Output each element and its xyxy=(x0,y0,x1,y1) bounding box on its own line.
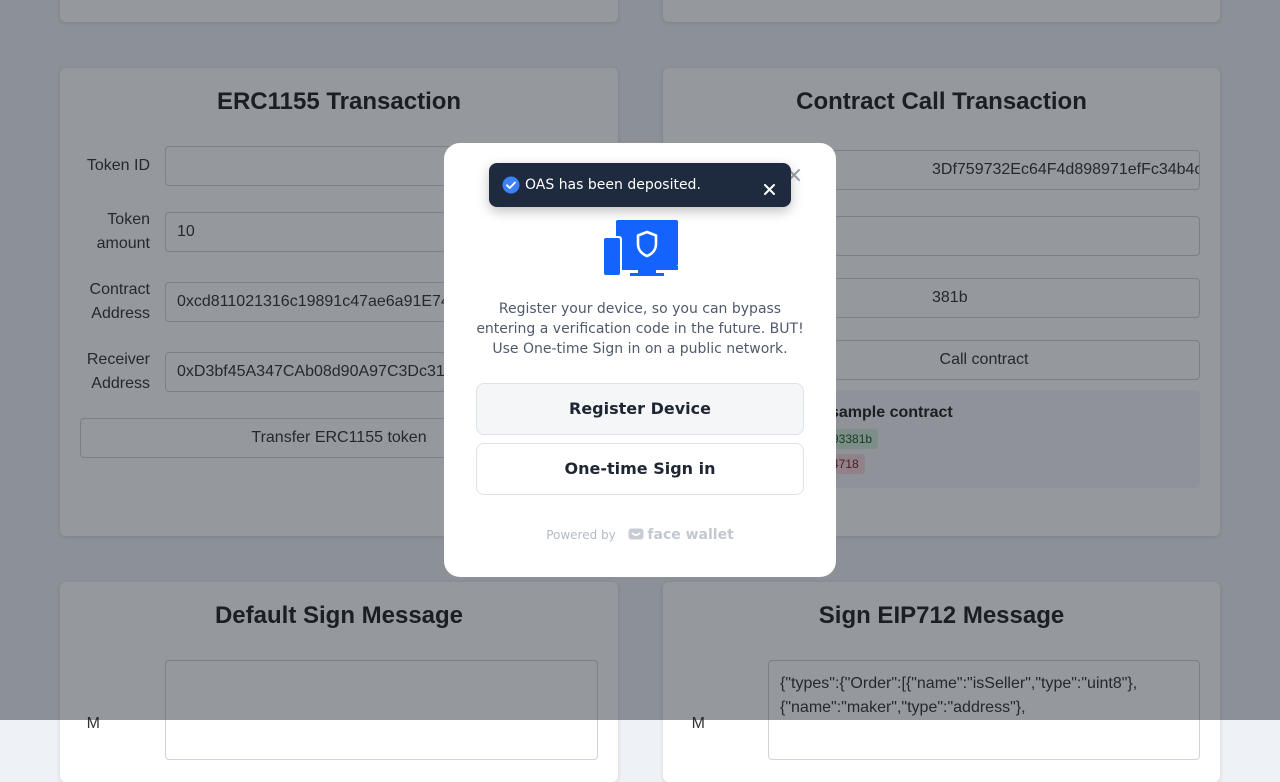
register-device-modal: Register your device, so you can bypass … xyxy=(444,143,836,577)
powered-by-footer: Powered by face wallet xyxy=(444,527,836,545)
deposit-toast: OAS has been deposited. xyxy=(489,163,791,207)
toast-message: OAS has been deposited. xyxy=(525,177,701,193)
register-device-button[interactable]: Register Device xyxy=(476,383,804,435)
toast-close-icon[interactable] xyxy=(764,180,775,195)
face-wallet-brand: face wallet xyxy=(647,527,734,543)
device-shield-icon xyxy=(602,220,678,278)
modal-description: Register your device, so you can bypass … xyxy=(476,301,804,357)
one-time-sign-in-button[interactable]: One-time Sign in xyxy=(476,443,804,495)
check-circle-icon xyxy=(502,176,520,194)
powered-by-label: Powered by xyxy=(546,528,616,542)
face-wallet-logo-icon xyxy=(628,528,644,543)
